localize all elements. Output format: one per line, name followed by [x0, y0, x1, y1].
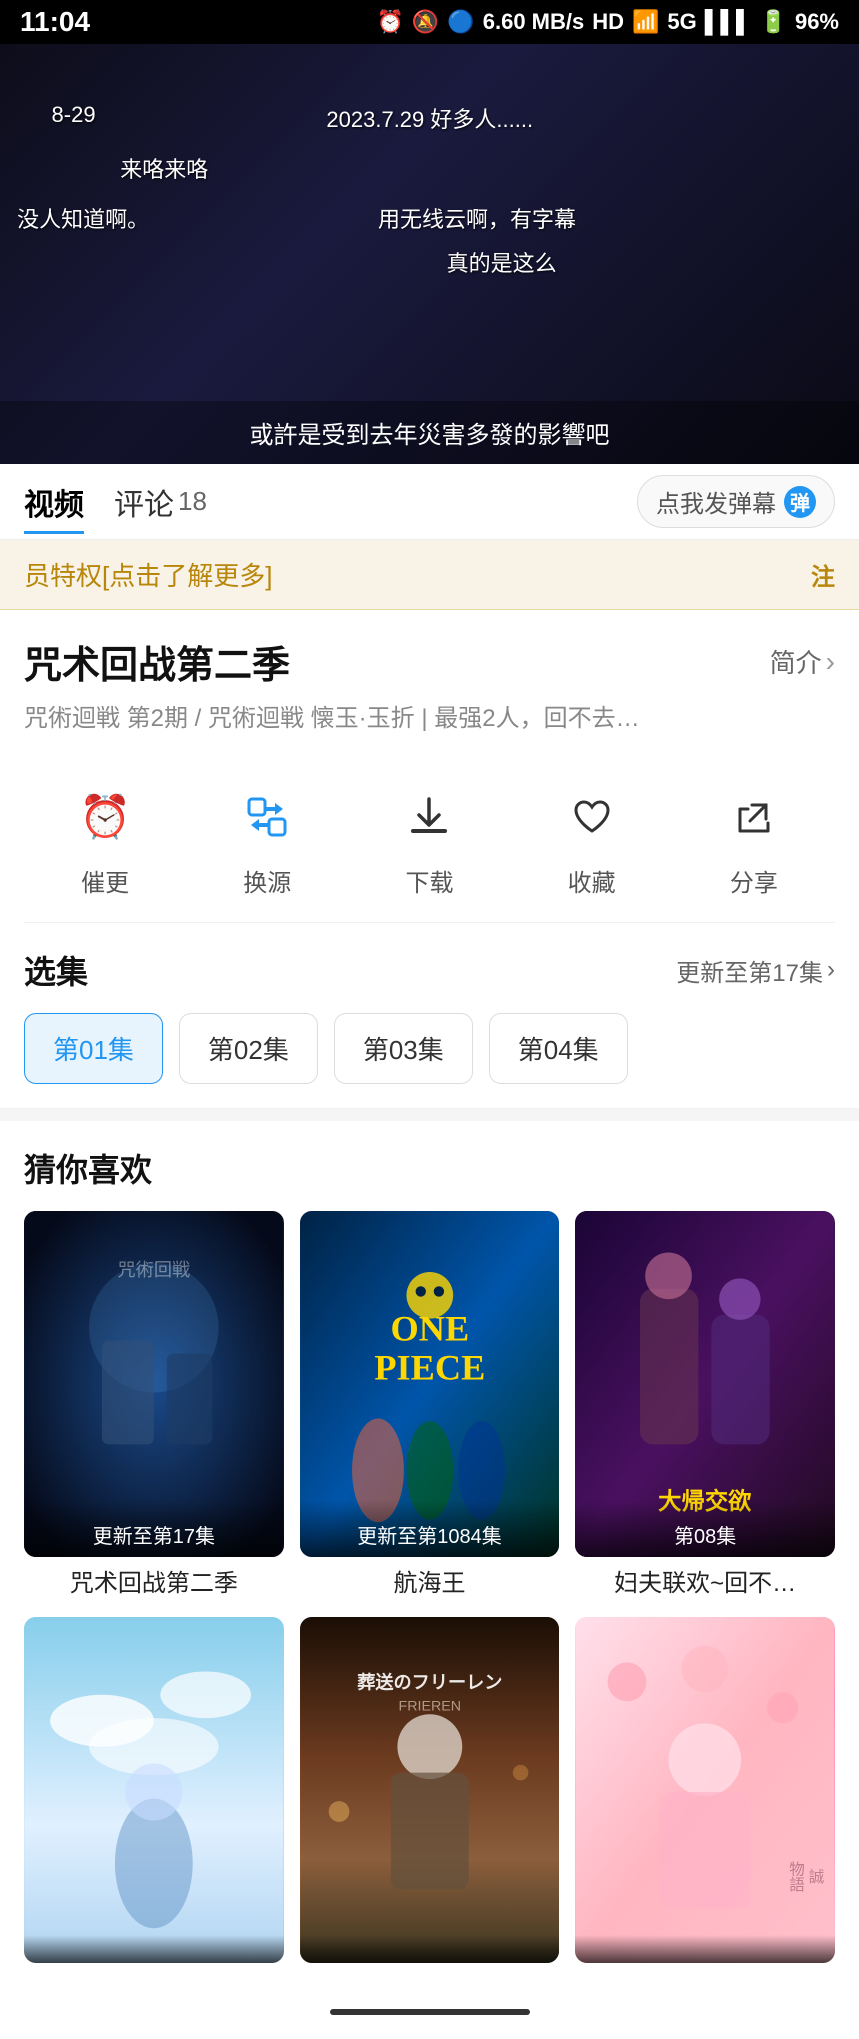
favorite-label: 收藏 — [568, 863, 616, 898]
urge-button[interactable]: ⏰ 催更 — [69, 781, 141, 898]
status-bar: 11:04 ⏰ 🔕 🔵 6.60 MB/s HD 📶 5G ▌▌▌ 🔋 96% — [0, 0, 859, 44]
danmu-item: 用无线云啊，有字幕 — [378, 202, 576, 234]
status-icons: ⏰ 🔕 🔵 6.60 MB/s HD 📶 5G ▌▌▌ 🔋 96% — [377, 9, 839, 35]
download-button[interactable]: 下载 — [393, 781, 465, 898]
hd-badge: HD — [592, 9, 624, 35]
battery-level: 96% — [795, 9, 839, 35]
episode-button-03[interactable]: 第03集 — [334, 1013, 473, 1084]
comment-count: 18 — [178, 486, 207, 517]
tab-bar: 视频 评论 18 点我发弹幕 弹 — [0, 464, 859, 540]
recommend-name-jujutsu: 咒术回战第二季 — [24, 1567, 284, 1601]
episode-button-01[interactable]: 第01集 — [24, 1013, 163, 1084]
danmu-item: 没人知道啊。 — [17, 202, 149, 234]
bluetooth-icon: 🔵 — [447, 9, 474, 35]
member-right: 注 — [811, 557, 835, 592]
alarm-icon: ⏰ — [377, 9, 404, 35]
update-chevron-icon: › — [827, 956, 835, 984]
intro-link[interactable]: 简介 › — [770, 643, 835, 680]
content-section: 咒术回战第二季 简介 › 咒術迴戦 第2期 / 咒術迴戦 懐玉·玉折 | 最强2… — [0, 610, 859, 923]
recommend-section: 猜你喜欢 咒術回戦 更新 — [0, 1121, 859, 1993]
recommend-badge-onepiece: 更新至第1084集 — [300, 1500, 560, 1557]
status-time: 11:04 — [20, 6, 90, 38]
video-background: 8-29 2023.7.29 好多人...... 来咯来咯 没人知道啊。 用无线… — [0, 44, 859, 464]
episode-list: 第01集 第02集 第03集 第04集 — [24, 1013, 835, 1092]
5g-icon: 5G — [667, 9, 696, 35]
danmu-overlay: 8-29 2023.7.29 好多人...... 来咯来咯 没人知道啊。 用无线… — [0, 44, 859, 404]
scroll-indicator — [0, 1993, 859, 2039]
recommend-badge-jujutsu: 更新至第17集 — [24, 1500, 284, 1557]
recommend-name-onepiece: 航海王 — [300, 1567, 560, 1601]
share-button[interactable]: 分享 — [718, 781, 790, 898]
member-banner[interactable]: 员特权[点击了解更多] 注 — [0, 540, 859, 610]
episode-button-04[interactable]: 第04集 — [489, 1013, 628, 1084]
download-label: 下载 — [405, 863, 453, 898]
danmu-button[interactable]: 点我发弹幕 弹 — [637, 475, 835, 528]
svg-text:物語: 物語 — [787, 1860, 805, 1892]
scroll-bar — [330, 2009, 530, 2015]
selection-update[interactable]: 更新至第17集 › — [676, 953, 835, 988]
video-subtitle: 或許是受到去年災害多發的影響吧 — [0, 401, 859, 464]
recommend-item-special[interactable]: 大帰交欲 第08集 妇夫联欢~回不… — [575, 1211, 835, 1601]
recommend-thumb-sky — [24, 1617, 284, 1963]
recommend-grid: 咒術回戦 更新至第17集 咒术回战第二季 — [24, 1211, 835, 1993]
recommend-item-onepiece[interactable]: ONE PIECE 更新至第1084集 航海王 — [300, 1211, 560, 1601]
share-icon — [718, 781, 790, 853]
video-player[interactable]: 8-29 2023.7.29 好多人...... 来咯来咯 没人知道啊。 用无线… — [0, 44, 859, 464]
urge-icon: ⏰ — [69, 781, 141, 853]
recommend-item-jujutsu[interactable]: 咒術回戦 更新至第17集 咒术回战第二季 — [24, 1211, 284, 1601]
recommend-thumb-frieren: 葬送のフリーレン FRIEREN — [300, 1617, 560, 1963]
intro-chevron-icon: › — [826, 646, 835, 678]
episode-button-02[interactable]: 第02集 — [179, 1013, 318, 1084]
recommend-title: 猜你喜欢 — [24, 1145, 835, 1191]
danmu-item: 2023.7.29 好多人...... — [326, 102, 533, 134]
recommend-thumb-pink: 物語 誠 — [575, 1617, 835, 1963]
recommend-badge-pink — [575, 1935, 835, 1963]
download-icon — [393, 781, 465, 853]
svg-text:葬送のフリーレン: 葬送のフリーレン — [357, 1671, 502, 1692]
recommend-thumb-jujutsu: 咒術回戦 更新至第17集 — [24, 1211, 284, 1557]
selection-section: 选集 更新至第17集 › 第01集 第02集 第03集 第04集 — [0, 923, 859, 1109]
danmu-item: 8-29 — [52, 102, 96, 128]
title-row: 咒术回战第二季 简介 › — [24, 634, 835, 689]
recommend-name-special: 妇夫联欢~回不… — [575, 1567, 835, 1601]
anime-tags: 咒術迴戦 第2期 / 咒術迴戦 懐玉·玉折 | 最强2人，回不去… — [24, 701, 835, 737]
favorite-button[interactable]: 收藏 — [556, 781, 628, 898]
tab-comment[interactable]: 评论 18 — [114, 470, 207, 534]
switch-source-label: 换源 — [243, 863, 291, 898]
signal-icon: ▌▌▌ — [705, 9, 752, 35]
svg-text:FRIEREN: FRIEREN — [398, 1698, 461, 1714]
recommend-badge-special: 第08集 — [575, 1500, 835, 1557]
wifi-icon: 📶 — [632, 9, 659, 35]
recommend-thumb-onepiece: ONE PIECE 更新至第1084集 — [300, 1211, 560, 1557]
battery-icon: 🔋 — [760, 9, 787, 35]
urge-label: 催更 — [81, 863, 129, 898]
mute-icon: 🔕 — [412, 9, 439, 35]
switch-source-button[interactable]: 换源 — [231, 781, 303, 898]
danmu-label: 点我发弹幕 — [656, 484, 776, 519]
selection-header: 选集 更新至第17集 › — [24, 947, 835, 993]
share-label: 分享 — [730, 863, 778, 898]
speed-indicator: 6.60 MB/s — [483, 9, 585, 35]
selection-title: 选集 — [24, 947, 88, 993]
recommend-badge-sky — [24, 1935, 284, 1963]
svg-text:誠: 誠 — [807, 1868, 825, 1885]
danmu-item: 真的是这么 — [447, 246, 557, 278]
svg-text:咒術回戦: 咒術回戦 — [118, 1260, 191, 1280]
tab-video[interactable]: 视频 — [24, 470, 84, 534]
favorite-icon — [556, 781, 628, 853]
member-text: 员特权[点击了解更多] — [24, 556, 272, 593]
action-buttons: ⏰ 催更 换源 下载 — [24, 765, 835, 923]
switch-source-icon — [231, 781, 303, 853]
recommend-thumb-special: 大帰交欲 第08集 — [575, 1211, 835, 1557]
svg-text:PIECE: PIECE — [374, 1348, 485, 1388]
recommend-badge-frieren — [300, 1935, 560, 1963]
danmu-icon: 弹 — [784, 486, 816, 518]
anime-title: 咒术回战第二季 — [24, 634, 290, 689]
danmu-item: 来咯来咯 — [120, 152, 208, 184]
